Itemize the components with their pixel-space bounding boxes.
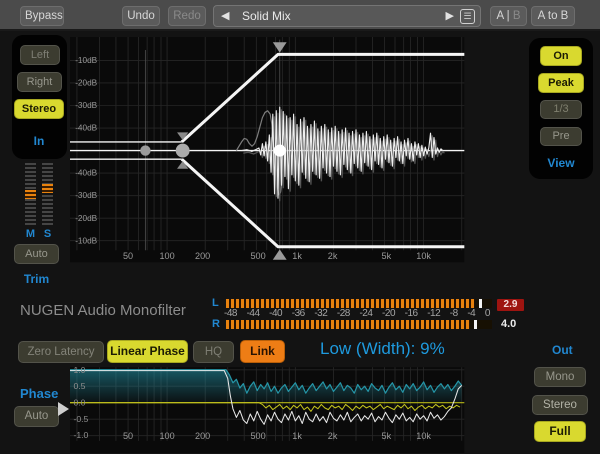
phase-label: Phase bbox=[20, 386, 58, 401]
meter-scale-value: -32 bbox=[314, 308, 327, 319]
left-peak-value: 2.9 bbox=[497, 299, 524, 311]
svg-text:1.0: 1.0 bbox=[73, 367, 85, 375]
svg-text:100: 100 bbox=[159, 251, 174, 261]
svg-text:-10dB: -10dB bbox=[75, 236, 97, 245]
hq-button[interactable]: HQ bbox=[193, 341, 234, 363]
svg-text:500: 500 bbox=[250, 251, 265, 261]
svg-text:2k: 2k bbox=[328, 431, 338, 441]
view-pre-button[interactable]: Pre bbox=[540, 127, 582, 146]
brand-title: NUGEN Audio Monofilter bbox=[20, 302, 186, 319]
svg-text:50: 50 bbox=[123, 431, 133, 441]
phase-auto-button[interactable]: Auto bbox=[14, 406, 59, 427]
meter-scale-value: -16 bbox=[405, 308, 418, 319]
title-bar: Bypass Undo Redo ◀ Solid Mix ▶ ☰ A | B A… bbox=[0, 0, 600, 31]
out-panel-label: Out bbox=[552, 343, 573, 357]
svg-text:-40dB: -40dB bbox=[75, 169, 97, 178]
out-stereo-button[interactable]: Stereo bbox=[532, 395, 588, 415]
input-panel-label: In bbox=[14, 134, 64, 148]
svg-text:1k: 1k bbox=[292, 251, 302, 261]
svg-text:-1.0: -1.0 bbox=[73, 430, 88, 440]
svg-text:10k: 10k bbox=[416, 251, 431, 261]
preset-next-icon[interactable]: ▶ bbox=[446, 6, 454, 26]
svg-text:5k: 5k bbox=[382, 251, 392, 261]
bypass-button[interactable]: Bypass bbox=[20, 6, 64, 26]
svg-text:-20dB: -20dB bbox=[75, 214, 97, 223]
svg-text:10k: 10k bbox=[416, 431, 431, 441]
trim-auto-button[interactable]: Auto bbox=[14, 244, 59, 264]
meter-scale-value: -28 bbox=[337, 308, 350, 319]
meter-scale-value: -12 bbox=[427, 308, 440, 319]
svg-text:0.5: 0.5 bbox=[73, 381, 85, 391]
svg-text:200: 200 bbox=[195, 251, 210, 261]
zero-latency-button[interactable]: Zero Latency bbox=[18, 341, 104, 363]
meter-scale-value: -8 bbox=[450, 308, 458, 319]
undo-button[interactable]: Undo bbox=[122, 6, 160, 26]
side-meter-label: S bbox=[42, 228, 53, 240]
meter-scale-value: -20 bbox=[382, 308, 395, 319]
left-level-fill bbox=[226, 299, 475, 308]
right-peak-value: 4.0 bbox=[501, 318, 516, 330]
trim-label: Trim bbox=[14, 272, 59, 286]
view-third-octave-button[interactable]: 1/3 bbox=[540, 100, 582, 119]
input-stereo-button[interactable]: Stereo bbox=[14, 99, 64, 119]
ab-inactive-label: B bbox=[513, 10, 521, 22]
meter-scale-value: -40 bbox=[269, 308, 282, 319]
right-peak-marker bbox=[474, 320, 477, 329]
meter-scale-value: -24 bbox=[359, 308, 372, 319]
svg-text:-0.5: -0.5 bbox=[73, 414, 88, 424]
view-on-button[interactable]: On bbox=[540, 46, 582, 66]
redo-button[interactable]: Redo bbox=[168, 6, 206, 26]
svg-text:500: 500 bbox=[250, 431, 265, 441]
linear-phase-button[interactable]: Linear Phase bbox=[107, 340, 188, 363]
preset-menu-icon[interactable]: ☰ bbox=[460, 9, 475, 24]
svg-text:-20dB: -20dB bbox=[75, 79, 97, 88]
meter-scale-value: -36 bbox=[292, 308, 305, 319]
mid-trim-level bbox=[25, 190, 36, 199]
svg-text:1k: 1k bbox=[292, 431, 302, 441]
view-peak-button[interactable]: Peak bbox=[538, 73, 584, 93]
svg-text:200: 200 bbox=[195, 431, 210, 441]
svg-text:100: 100 bbox=[159, 431, 174, 441]
svg-text:-30dB: -30dB bbox=[75, 191, 97, 200]
svg-text:2k: 2k bbox=[328, 251, 338, 261]
preset-selector[interactable]: ◀ Solid Mix ▶ ☰ bbox=[213, 5, 481, 27]
mid-meter-label: M bbox=[25, 228, 36, 240]
svg-text:-10dB: -10dB bbox=[75, 56, 97, 65]
ab-compare-button[interactable]: A | B bbox=[490, 6, 527, 26]
left-meter-label: L bbox=[212, 297, 219, 309]
phase-pointer-icon[interactable] bbox=[58, 402, 69, 416]
svg-text:5k: 5k bbox=[382, 431, 392, 441]
view-panel-label: View bbox=[540, 156, 582, 170]
out-full-button[interactable]: Full bbox=[534, 421, 586, 442]
left-peak-marker bbox=[479, 299, 482, 308]
phase-graph[interactable]: 50 100 200 500 1k 2k 5k 10k 1.0 0.5 0.0 -0.5 -1.0 bbox=[70, 367, 525, 454]
side-trim-level bbox=[42, 184, 53, 193]
right-level-meter bbox=[226, 320, 492, 329]
right-meter-label: R bbox=[212, 318, 220, 330]
svg-text:-40dB: -40dB bbox=[75, 124, 97, 133]
meter-scale: -48 -44 -40 -36 -32 -28 -24 -20 -16 -12 … bbox=[224, 308, 490, 319]
meter-scale-value: 0 bbox=[485, 308, 490, 319]
frequency-graph[interactable]: 50 100 200 500 1k 2k 5k 10k -10dB -20dB -30dB -40dB… bbox=[70, 35, 525, 293]
a-to-b-button[interactable]: A to B bbox=[531, 6, 575, 26]
monofilter-plugin-window: Bypass Undo Redo ◀ Solid Mix ▶ ☰ A | B A… bbox=[0, 0, 600, 454]
preset-name: Solid Mix bbox=[242, 6, 291, 26]
input-right-button[interactable]: Right bbox=[17, 72, 62, 92]
parameter-readout: Low (Width): 9% bbox=[320, 339, 445, 359]
input-left-button[interactable]: Left bbox=[20, 45, 60, 65]
svg-text:-30dB: -30dB bbox=[75, 101, 97, 110]
left-level-meter bbox=[226, 299, 492, 308]
svg-text:50: 50 bbox=[123, 251, 133, 261]
mid-trim-meter[interactable] bbox=[25, 163, 36, 225]
preset-prev-icon[interactable]: ◀ bbox=[221, 6, 229, 26]
out-mono-button[interactable]: Mono bbox=[534, 367, 586, 387]
right-level-fill bbox=[226, 320, 470, 329]
ab-active-label: A | bbox=[496, 10, 509, 22]
side-trim-meter[interactable] bbox=[42, 163, 53, 225]
svg-text:0.0: 0.0 bbox=[73, 397, 85, 407]
meter-scale-value: -48 bbox=[224, 308, 237, 319]
meter-scale-value: -44 bbox=[247, 308, 260, 319]
meter-scale-value: -4 bbox=[467, 308, 475, 319]
link-button[interactable]: Link bbox=[240, 340, 285, 363]
